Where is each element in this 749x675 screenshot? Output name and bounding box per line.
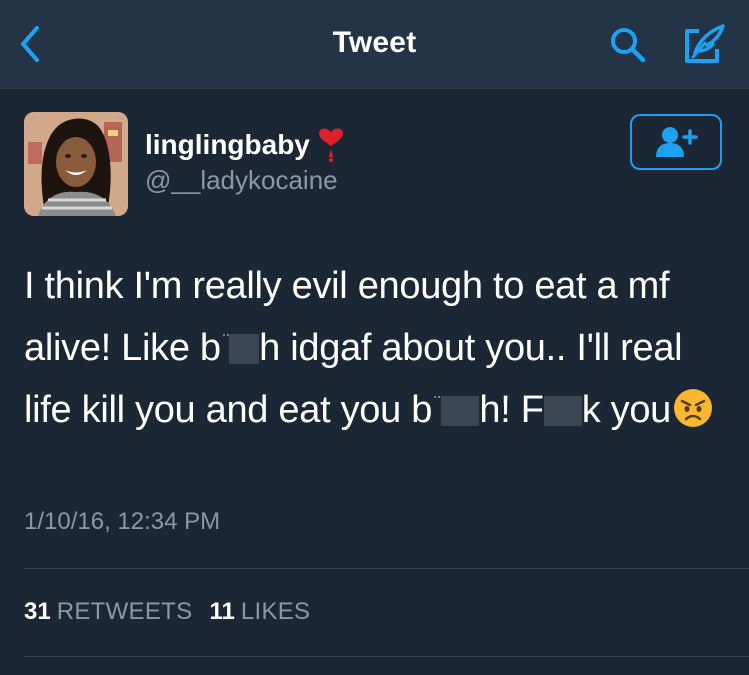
profile-photo-avatar xyxy=(24,112,128,216)
search-icon xyxy=(611,28,646,63)
author-display-name: linglingbaby xyxy=(145,129,310,160)
navigation-bar: Tweet xyxy=(0,0,749,89)
angry-face-icon xyxy=(674,389,713,427)
censor-dots: ¨ xyxy=(434,393,441,415)
author-handle[interactable]: @__ladykocaine xyxy=(145,165,338,196)
censor-block xyxy=(441,396,480,426)
divider xyxy=(24,656,749,657)
tweet-text: I think I'm really evil enough to eat a … xyxy=(24,258,729,438)
divider xyxy=(24,568,749,569)
compose-tweet-icon xyxy=(685,24,725,63)
likes-stat[interactable]: 11 LIKES xyxy=(209,598,310,626)
avatar[interactable] xyxy=(24,112,128,216)
tweet-text-segment: h! F xyxy=(479,389,544,431)
tweet-detail-screen: Tweet linglingbaby @__ladykocaine I thin… xyxy=(0,0,749,675)
tweet-timestamp: 1/10/16, 12:34 PM xyxy=(24,508,221,535)
likes-label: LIKES xyxy=(240,598,311,625)
author-name-row[interactable]: linglingbaby xyxy=(145,128,346,162)
likes-count: 11 xyxy=(209,598,235,625)
retweets-label: RETWEETS xyxy=(56,598,193,625)
add-user-icon xyxy=(656,127,698,157)
compose-tweet-button[interactable] xyxy=(680,22,728,68)
heavy-heart-exclamation-icon xyxy=(318,128,343,162)
follow-button[interactable] xyxy=(630,114,722,170)
retweets-stat[interactable]: 31 RETWEETS xyxy=(24,598,192,626)
tweet-stats: 31 RETWEETS 11 LIKES xyxy=(24,598,327,626)
tweet-text-segment: k you xyxy=(581,389,672,431)
retweets-count: 31 xyxy=(24,598,51,625)
search-button[interactable] xyxy=(606,24,650,66)
censor-block xyxy=(543,396,582,426)
censor-block xyxy=(229,334,260,364)
